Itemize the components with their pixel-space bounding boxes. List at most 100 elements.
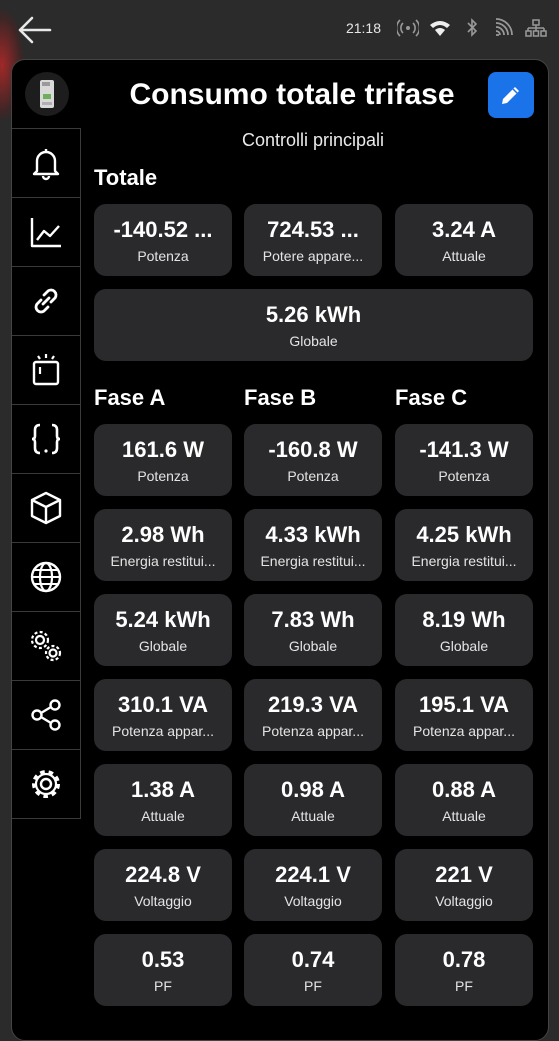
page-subtitle: Controlli principali (241, 130, 385, 150)
card-label: Voltaggio (435, 893, 493, 909)
gears-icon (30, 630, 62, 662)
card-label: Potenza (137, 468, 189, 484)
page-title: Consumo totale trifase (129, 78, 455, 111)
phase-c-card: 195.1 VA Potenza appar... (395, 679, 533, 751)
card-label: Potenza appar... (112, 723, 214, 739)
total-global-energy-card: 5.26 kWh Globale (94, 289, 533, 361)
card-value: 310.1 VA (117, 692, 209, 717)
card-label: Potenza appar... (413, 723, 515, 739)
globe-icon (30, 561, 62, 593)
total-current-card: 3.24 A Attuale (395, 204, 533, 276)
phase-c-card: 4.25 kWh Energia restitui... (395, 509, 533, 581)
card-label: Energia restitui... (260, 553, 366, 569)
phase-c-card: 8.19 Wh Globale (395, 594, 533, 666)
card-label: Potenza appar... (262, 723, 364, 739)
back-arrow-icon[interactable] (16, 14, 52, 46)
phase-b-card: 0.98 A Attuale (244, 764, 382, 836)
sidebar-item-share[interactable] (12, 681, 81, 750)
sidebar-item-scripts[interactable] (12, 405, 81, 474)
phase-c-card: 0.88 A Attuale (395, 764, 533, 836)
card-label: Voltaggio (284, 893, 342, 909)
phase-a-card: 2.98 Wh Energia restitui... (94, 509, 232, 581)
card-value: 0.88 A (431, 777, 496, 802)
phase-c-card: 0.78 PF (395, 934, 533, 1006)
device-light-icon (32, 354, 60, 386)
phase-b-card: -160.8 W Potenza (244, 424, 382, 496)
code-braces-icon (31, 423, 61, 455)
phase-c-card: -141.3 W Potenza (395, 424, 533, 496)
section-totale-heading: Totale (94, 165, 158, 190)
card-value: 0.98 A (280, 777, 345, 802)
card-label: Attuale (442, 248, 486, 264)
phase-b-heading: Fase B (244, 385, 317, 410)
sidebar-item-advanced[interactable] (12, 612, 81, 681)
card-value: 2.98 Wh (121, 522, 205, 547)
card-value: 7.83 Wh (271, 607, 355, 632)
card-label: Attuale (291, 808, 335, 824)
card-value: 4.25 kWh (416, 522, 512, 547)
card-value: 221 V (435, 862, 493, 887)
edit-button[interactable] (488, 72, 534, 118)
phase-a-card: 0.53 PF (94, 934, 232, 1006)
card-label: Energia restitui... (411, 553, 517, 569)
share-icon (31, 699, 61, 731)
sidebar-item-settings[interactable] (12, 750, 81, 819)
card-label: Potenza (438, 468, 490, 484)
card-value: 224.8 V (125, 862, 201, 887)
sidebar-item-notifications[interactable] (12, 128, 81, 198)
card-label: Globale (289, 333, 338, 349)
phase-a-card: 310.1 VA Potenza appar... (94, 679, 232, 751)
card-value: -141.3 W (419, 437, 509, 462)
card-value: -140.52 ... (113, 217, 213, 242)
status-time: 21:18 (345, 20, 381, 36)
device-panel: Consumo totale trifase Controlli princip… (11, 59, 549, 1041)
card-value: 5.26 kWh (265, 302, 362, 327)
hotspot-icon (397, 19, 419, 37)
total-power-card: -140.52 ... Potenza (94, 204, 232, 276)
card-value: 724.53 ... (267, 217, 359, 242)
phase-a-card: 161.6 W Potenza (94, 424, 232, 496)
phase-a-heading: Fase A (94, 385, 166, 410)
phase-b-card: 219.3 VA Potenza appar... (244, 679, 382, 751)
card-label: Potere appare... (262, 248, 364, 264)
card-value: 224.1 V (275, 862, 351, 887)
card-label: Globale (439, 638, 489, 654)
card-label: Voltaggio (134, 893, 192, 909)
card-value: 161.6 W (122, 437, 204, 462)
phase-c-card: 221 V Voltaggio (395, 849, 533, 921)
card-label: Attuale (442, 808, 486, 824)
sidebar-item-history[interactable] (12, 198, 81, 267)
wifi-icon (430, 21, 450, 36)
phase-b-card: 224.1 V Voltaggio (244, 849, 382, 921)
ethernet-icon (525, 19, 547, 37)
cube-icon (30, 491, 62, 525)
status-bar: 21:18 (0, 0, 559, 120)
bluetooth-icon (467, 18, 478, 37)
sidebar-item-links[interactable] (12, 267, 81, 336)
link-icon (34, 288, 58, 314)
energy-meter-icon (25, 72, 69, 116)
card-value: 1.38 A (130, 777, 195, 802)
card-value: 0.53 (141, 947, 185, 972)
card-label: Globale (138, 638, 188, 654)
card-label: Potenza (137, 248, 189, 264)
card-value: 195.1 VA (418, 692, 510, 717)
sidebar-item-network[interactable] (12, 543, 81, 612)
card-value: 0.74 (291, 947, 335, 972)
card-value: 3.24 A (431, 217, 496, 242)
phase-b-card: 7.83 Wh Globale (244, 594, 382, 666)
sidebar-item-device[interactable] (12, 336, 81, 405)
phase-a-card: 5.24 kWh Globale (94, 594, 232, 666)
phase-b-card: 4.33 kWh Energia restitui... (244, 509, 382, 581)
card-value: -160.8 W (268, 437, 358, 462)
card-label: Potenza (287, 468, 339, 484)
card-label: PF (304, 978, 322, 994)
card-label: Attuale (141, 808, 185, 824)
sidebar (12, 128, 81, 819)
card-value: 8.19 Wh (422, 607, 506, 632)
card-label: Energia restitui... (110, 553, 216, 569)
gear-icon (32, 770, 60, 798)
sidebar-item-components[interactable] (12, 474, 81, 543)
card-value: 4.33 kWh (265, 522, 361, 547)
card-label: Globale (288, 638, 338, 654)
